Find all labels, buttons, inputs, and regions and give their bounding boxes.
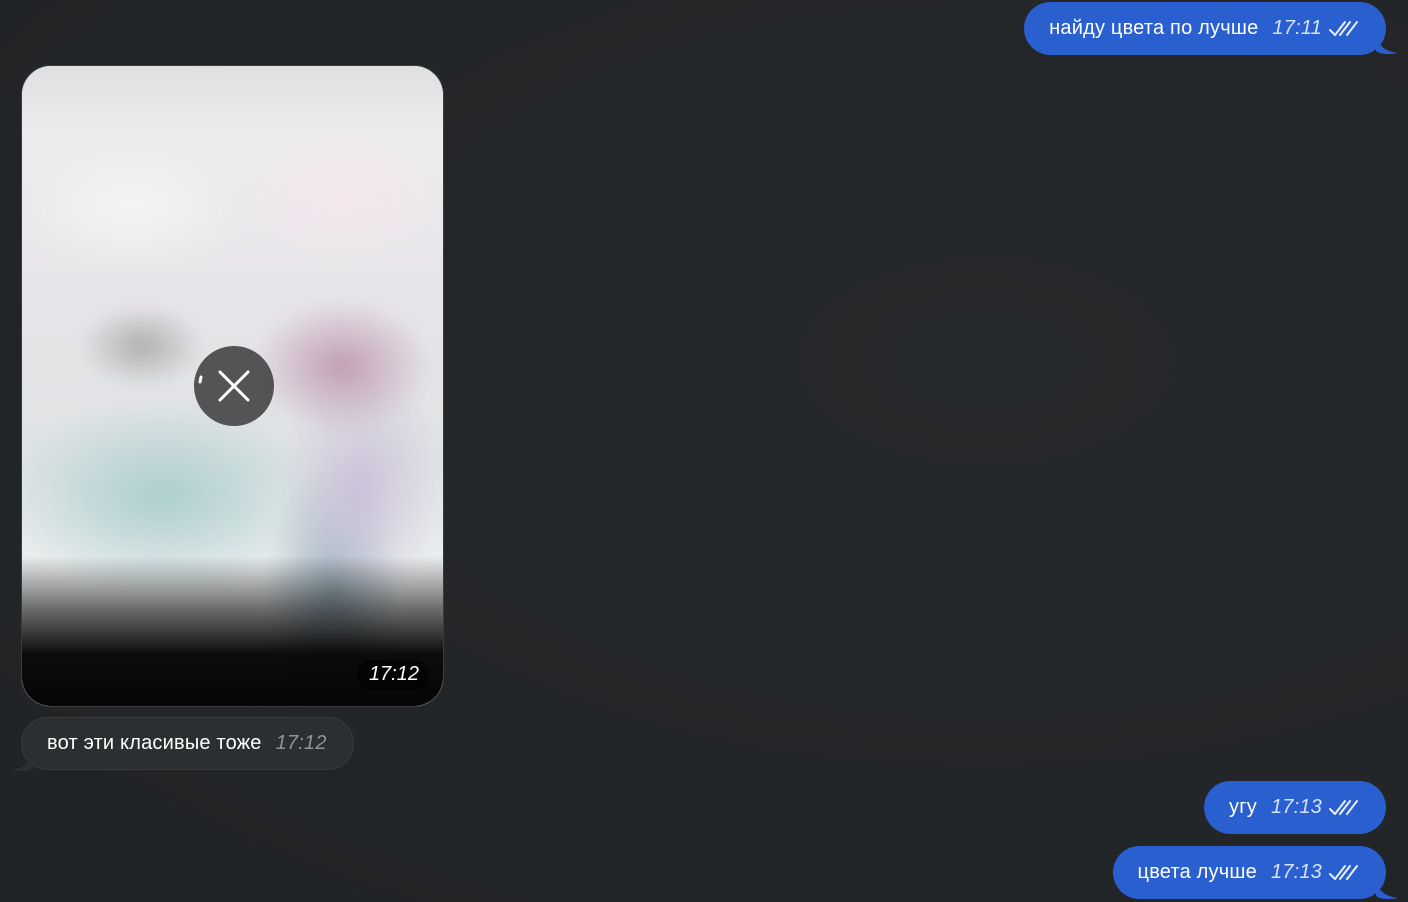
- close-icon: [198, 370, 250, 402]
- message-bubble-outgoing[interactable]: угу 17:13: [1204, 781, 1386, 834]
- bubble-tail: [1376, 880, 1398, 900]
- double-check-icon: [1329, 20, 1358, 36]
- message-time: 17:12: [275, 732, 327, 754]
- message-bubble-outgoing[interactable]: найду цвета по лучше 17:11: [1024, 2, 1386, 55]
- bubble-tail: [1376, 35, 1398, 55]
- message-time: 17:13: [1270, 796, 1322, 818]
- message-time: 17:13: [1270, 861, 1322, 883]
- message-time: 17:11: [1272, 17, 1322, 39]
- message-bubble-incoming[interactable]: вот эти класивые тоже 17:12: [21, 717, 354, 770]
- double-check-icon: [1329, 799, 1358, 815]
- cancel-download-button[interactable]: [194, 346, 274, 426]
- chat-area[interactable]: найду цвета по лучше 17:11 17:12 вот эти…: [0, 0, 1408, 902]
- bubble-tail: [11, 752, 33, 772]
- message-text: цвета лучше: [1137, 861, 1257, 883]
- message-text: вот эти класивые тоже: [47, 732, 262, 754]
- message-bubble-outgoing[interactable]: цвета лучше 17:13: [1112, 846, 1386, 899]
- media-message[interactable]: 17:12: [21, 65, 444, 707]
- media-time: 17:12: [356, 660, 429, 690]
- message-text: найду цвета по лучше: [1049, 17, 1259, 39]
- message-text: угу: [1229, 796, 1257, 818]
- double-check-icon: [1329, 864, 1358, 880]
